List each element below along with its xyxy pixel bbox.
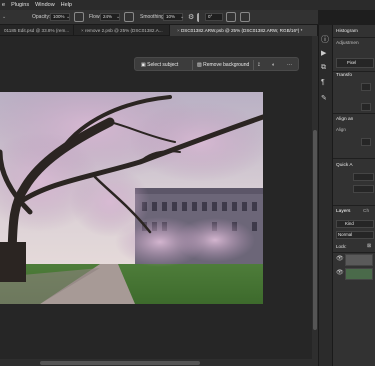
brush-settings-icon[interactable]: ✎ [321, 94, 331, 104]
smoothing-chevron-icon[interactable]: ⌄ [180, 14, 184, 20]
menu-edit[interactable]: e [2, 2, 5, 8]
opacity-label: Opacity: [32, 14, 51, 20]
divider [333, 71, 375, 72]
tab-label: DSC01382.ARW.psb @ 25% (DSC01382.ARW, RG… [180, 28, 303, 33]
pixel-layer-label: Pixel [347, 60, 357, 65]
select-subject-label: Select subject [147, 62, 179, 68]
eye-icon[interactable]: 👁 [336, 269, 344, 276]
canvas-image[interactable] [0, 92, 263, 304]
tab-label: remove 2.psb @ 25% (DSC01382.A... [84, 28, 163, 33]
tab-layers[interactable]: Layers [336, 209, 350, 214]
quick-action-button[interactable] [353, 185, 374, 193]
align-button[interactable] [361, 138, 371, 146]
flow-chevron-icon[interactable]: ⌄ [116, 14, 120, 20]
menu-help[interactable]: Help [61, 2, 72, 8]
divider [333, 113, 375, 114]
transform-icon[interactable]: ⟟ [258, 60, 260, 70]
tab-document-2[interactable]: × remove 2.psb @ 25% (DSC01382.A... [74, 25, 170, 36]
gear-icon[interactable]: ⚙ [188, 13, 194, 21]
divider [333, 205, 375, 206]
more-options-button[interactable]: ··· [287, 60, 292, 70]
transform-field[interactable] [361, 83, 371, 91]
kind-label: Kind [345, 221, 354, 226]
align-label: Align [336, 127, 346, 132]
play-icon[interactable]: ▶ [321, 49, 331, 59]
divider [333, 158, 375, 159]
divider [192, 60, 193, 70]
align-section-header[interactable]: Align an [336, 117, 353, 122]
tool-preset-chevron-icon[interactable]: ⌄ [2, 14, 6, 20]
remove-background-label: Remove background [203, 62, 250, 68]
select-subject-button[interactable]: ▣ Select subject [141, 60, 178, 70]
quick-action-button[interactable] [353, 173, 374, 181]
transform-section-header[interactable]: Transfo [336, 73, 352, 78]
eye-icon[interactable]: 👁 [336, 255, 344, 262]
lock-label: Lock: [336, 244, 347, 249]
menu-plugins[interactable]: Plugins [11, 2, 29, 8]
horizontal-scroll-thumb[interactable] [40, 361, 200, 365]
divider [253, 60, 254, 70]
panel-icon-strip: ⓘ ▶ ⧉ ¶ ✎ [318, 25, 332, 366]
angle-icon [197, 13, 204, 22]
transform-field[interactable] [361, 103, 371, 111]
close-icon[interactable]: × [177, 28, 180, 33]
tab-adjustments[interactable]: Adjustmen [336, 41, 359, 46]
tab-label: 01185 Edit.psd @ 33.8% (rem... [4, 28, 70, 33]
vertical-scroll-thumb[interactable] [313, 130, 317, 330]
close-icon[interactable]: × [81, 28, 84, 33]
blend-mode-value: Normal [338, 232, 353, 237]
opacity-chevron-icon[interactable]: ⌄ [66, 14, 70, 20]
layer-comps-icon[interactable]: ⧉ [321, 64, 331, 74]
airbrush-icon[interactable] [124, 12, 134, 22]
quick-actions-section-header[interactable]: Quick A [336, 163, 353, 168]
options-bar: ⌄ Opacity: 100% ⌄ Flow: 24% ⌄ Smoothing:… [0, 10, 318, 25]
document-tab-bar: 01185 Edit.psd @ 33.8% (rem... × remove … [0, 25, 318, 36]
divider [333, 37, 375, 38]
tab-document-1[interactable]: 01185 Edit.psd @ 33.8% (rem... [0, 25, 74, 36]
tab-channels[interactable]: Ch [363, 209, 369, 214]
layer-thumbnail[interactable] [345, 254, 373, 266]
divider [333, 252, 375, 253]
tab-document-active[interactable]: × DSC01382.ARW.psb @ 25% (DSC01382.ARW, … [170, 25, 318, 36]
menu-bar: e Plugins Window Help [0, 0, 375, 10]
layer-filter-kind[interactable] [336, 220, 374, 228]
layer-thumbnail[interactable] [345, 268, 373, 280]
lock-all-icon[interactable]: ⊠ [367, 243, 371, 249]
paragraph-icon[interactable]: ¶ [321, 79, 331, 89]
menu-window[interactable]: Window [35, 2, 55, 8]
tab-histogram[interactable]: Histogram [336, 29, 358, 34]
remove-background-button[interactable]: ▨ Remove background [197, 60, 249, 70]
pressure-opacity-icon[interactable] [74, 12, 84, 22]
adjustment-circle-icon[interactable]: ◐ [272, 60, 275, 70]
symmetry-icon[interactable] [240, 12, 250, 22]
pressure-size-icon[interactable] [226, 12, 236, 22]
contextual-task-bar: ▣ Select subject ▨ Remove background ⟟ ◐… [134, 57, 299, 71]
right-panel: Histogram Adjustmen Pixel Transfo Align … [332, 25, 375, 366]
smoothing-label: Smoothing: [140, 14, 166, 20]
angle-field[interactable]: 0° [205, 13, 223, 21]
info-icon[interactable]: ⓘ [321, 34, 331, 44]
